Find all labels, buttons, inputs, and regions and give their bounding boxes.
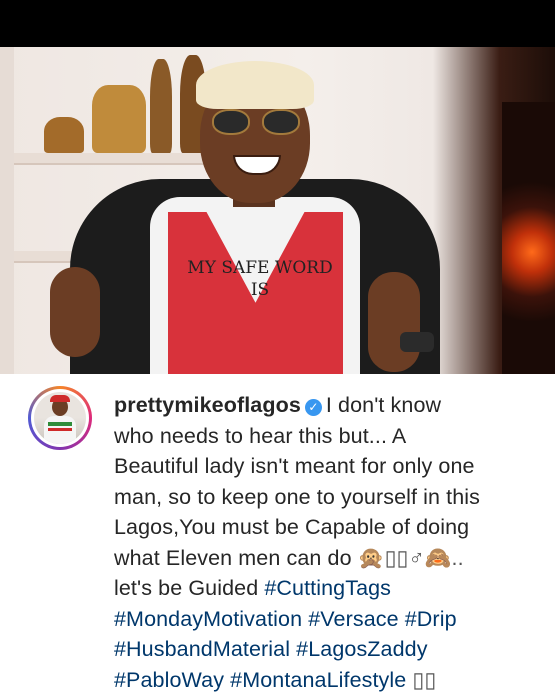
avatar-stripe: [48, 422, 72, 426]
tshirt-text-line1: MY SAFE WORD: [187, 258, 333, 278]
emoji-run: 🙊▯▯♂🙈..: [357, 545, 464, 570]
sunglasses-lens: [262, 109, 300, 135]
hashtag-link[interactable]: #CuttingTags: [264, 576, 391, 600]
hashtag-link[interactable]: #Drip: [405, 607, 457, 631]
post-caption: prettymikeoflagos ✓ I don't know who needs…: [0, 374, 555, 700]
username-link[interactable]: prettymikeoflagos: [114, 393, 301, 417]
wristwatch: [400, 332, 434, 352]
hashtag-link[interactable]: #Versace: [308, 607, 398, 631]
left-hand-thumbs-up: [50, 267, 100, 357]
avatar-stripe: [48, 428, 72, 431]
verified-check-icon: ✓: [304, 399, 322, 416]
tshirt-print-text: MY SAFE WORD IS: [175, 257, 345, 301]
caption-line: I don't know: [325, 393, 442, 417]
hashtag-link[interactable]: #LagosZaddy: [296, 637, 427, 661]
person: MY SAFE WORD IS: [50, 47, 460, 374]
sunglasses-lens: [212, 109, 250, 135]
caption-line: Lagos,You must be Capable of doing: [114, 515, 470, 539]
hashtag-link[interactable]: #MondayMotivation: [114, 607, 302, 631]
wall-column: [0, 47, 14, 374]
caption-line: who needs to hear this but... A: [114, 423, 407, 448]
blonde-hair: [196, 61, 314, 109]
profile-avatar[interactable]: [28, 386, 92, 450]
background-lamp: [502, 102, 555, 374]
avatar-hat: [50, 395, 70, 402]
right-hand-thumbs-up: [368, 272, 420, 372]
post-photo[interactable]: MY SAFE WORD IS: [0, 47, 555, 374]
top-black-bar: [0, 0, 555, 47]
hashtag-link[interactable]: #PabloWay: [114, 668, 224, 692]
hashtag-link[interactable]: #HusbandMaterial: [114, 637, 290, 661]
sunglasses: [212, 109, 300, 137]
caption-line: man, so to keep one to yourself in this: [114, 484, 481, 509]
tshirt-text-line2: IS: [250, 280, 270, 300]
caption-line: let's be Guided: [114, 576, 259, 600]
avatar-border: [31, 389, 89, 447]
caption-text: prettymikeoflagos ✓ I don't know who needs…: [114, 390, 544, 695]
hashtag-link[interactable]: #MontanaLifestyle: [230, 668, 406, 692]
caption-line: what Eleven men can do: [114, 545, 352, 570]
caption-line: Beautiful lady isn't meant for only one: [114, 454, 475, 478]
avatar-image: [34, 392, 86, 444]
emoji-run: ▯▯: [412, 667, 437, 692]
